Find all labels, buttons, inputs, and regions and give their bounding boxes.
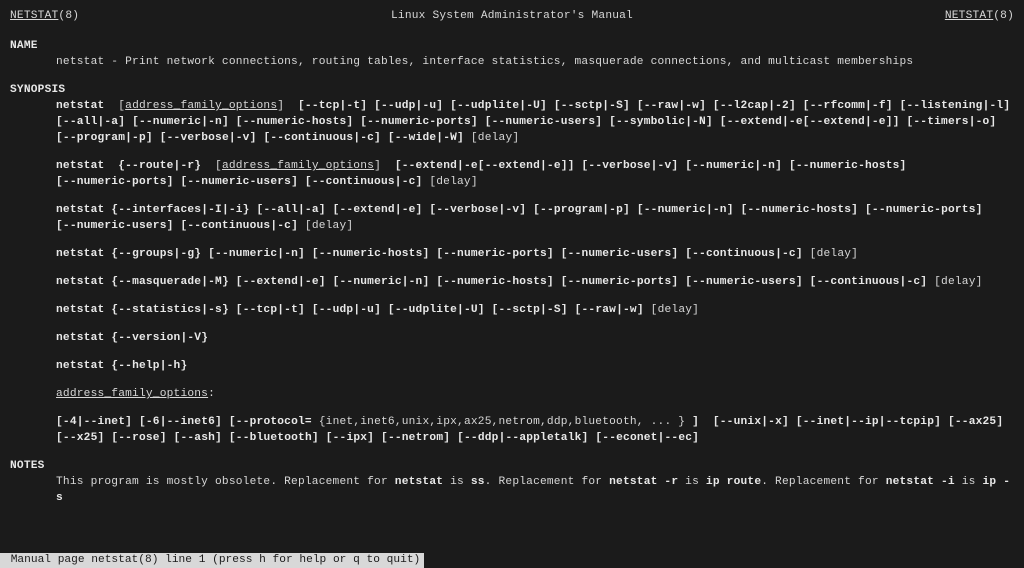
flag: [--extend|-e[--extend|-e]] xyxy=(720,116,900,128)
flag: [--numeric-hosts] xyxy=(741,204,859,216)
man-header: NETSTAT(8) Linux System Administrator's … xyxy=(10,8,1014,24)
flag: [--extend|-e] xyxy=(236,276,326,288)
flag: [--udp|-u] xyxy=(374,100,443,112)
afo-heading: address_family_options: xyxy=(10,386,1014,402)
syn5-flags: [--extend|-e] [--numeric|-n] [--numeric-… xyxy=(236,276,934,288)
man-page: NETSTAT(8) Linux System Administrator's … xyxy=(0,0,1024,506)
flag: [--numeric-ports] xyxy=(436,248,554,260)
flag: [--inet|--ip|--tcpip] xyxy=(796,416,941,428)
flag: [--wide|-W] xyxy=(388,132,464,144)
flag: [--numeric-hosts] xyxy=(236,116,354,128)
flag: [--numeric-ports] xyxy=(360,116,478,128)
flag: [--numeric|-n] xyxy=(132,116,229,128)
flag: [--unix|-x] xyxy=(713,416,789,428)
section-name-label: NAME xyxy=(10,38,1014,54)
flag: [--extend|-e] xyxy=(333,204,423,216)
flag: [--timers|-o] xyxy=(906,116,996,128)
flag: [--program|-p] xyxy=(533,204,630,216)
flag: [--udplite|-U] xyxy=(388,304,485,316)
flag: [--numeric-users] xyxy=(561,248,679,260)
flag: [--numeric|-n] xyxy=(637,204,734,216)
flag: [--ipx] xyxy=(326,432,374,444)
man-ref-left: NETSTAT(8) xyxy=(10,8,79,24)
synopsis-line-1: netstat [address_family_options] [--tcp|… xyxy=(10,98,1014,146)
pager-status-bar[interactable]: Manual page netstat(8) line 1 (press h f… xyxy=(0,553,424,568)
synopsis-line-2: netstat {--route|-r} [address_family_opt… xyxy=(10,158,1014,190)
afo-flags-a: [-4|--inet] [-6|--inet6] [--protocol= xyxy=(56,416,319,428)
flag: [--x25] xyxy=(56,432,104,444)
flag: [--l2cap|-2] xyxy=(713,100,796,112)
flag: [--ddp|--appletalk] xyxy=(457,432,588,444)
section-name-text: netstat - Print network connections, rou… xyxy=(10,54,1014,70)
flag: [--all|-a] xyxy=(56,116,125,128)
flag: [--numeric-hosts] xyxy=(436,276,554,288)
flag: [--listening|-l] xyxy=(900,100,1011,112)
flag: [--extend|-e[--extend|-e]] xyxy=(395,160,575,172)
flag: [--econet|--ec] xyxy=(595,432,699,444)
synopsis-line-8: netstat {--help|-h} xyxy=(10,358,1014,374)
flag: [--continuous|-c] xyxy=(305,176,423,188)
flag: [--rfcomm|-f] xyxy=(803,100,893,112)
flag: [--sctp|-S] xyxy=(492,304,568,316)
flag: [--numeric|-n] xyxy=(208,248,305,260)
flag: [--symbolic|-N] xyxy=(609,116,713,128)
flag: [--numeric-ports] xyxy=(56,176,174,188)
flag: [--udplite|-U] xyxy=(450,100,547,112)
syn6-flags: [--tcp|-t] [--udp|-u] [--udplite|-U] [--… xyxy=(236,304,651,316)
flag: [--numeric-ports] xyxy=(561,276,679,288)
flag: [--numeric|-n] xyxy=(685,160,782,172)
flag: [--ash] xyxy=(174,432,222,444)
synopsis-line-7: netstat {--version|-V} xyxy=(10,330,1014,346)
flag: [--continuous|-c] xyxy=(685,248,803,260)
flag: [--verbose|-v] xyxy=(160,132,257,144)
flag: [--ax25] xyxy=(948,416,1003,428)
flag: [--numeric-ports] xyxy=(865,204,983,216)
flag: [--bluetooth] xyxy=(229,432,319,444)
section-notes-label: NOTES xyxy=(10,458,1014,474)
synopsis-line-6: netstat {--statistics|-s} [--tcp|-t] [--… xyxy=(10,302,1014,318)
man-title: Linux System Administrator's Manual xyxy=(79,8,945,24)
synopsis-line-4: netstat {--groups|-g} [--numeric|-n] [--… xyxy=(10,246,1014,262)
synopsis-line-3: netstat {--interfaces|-I|-i} [--all|-a] … xyxy=(10,202,1014,234)
flag: [--numeric-users] xyxy=(485,116,603,128)
flag: [-6|--inet6] xyxy=(139,416,222,428)
flag: [--continuous|-c] xyxy=(180,220,298,232)
flag: [--all|-a] xyxy=(257,204,326,216)
flag: [--tcp|-t] xyxy=(236,304,305,316)
flag: [--continuous|-c] xyxy=(263,132,381,144)
flag: [--continuous|-c] xyxy=(810,276,928,288)
flag: [--verbose|-v] xyxy=(429,204,526,216)
flag: [-4|--inet] xyxy=(56,416,132,428)
flag: [--numeric-users] xyxy=(180,176,298,188)
flag: [--numeric-users] xyxy=(56,220,174,232)
flag: [--numeric|-n] xyxy=(333,276,430,288)
flag: [--raw|-w] xyxy=(637,100,706,112)
section-synopsis-label: SYNOPSIS xyxy=(10,82,1014,98)
flag: [--numeric-hosts] xyxy=(789,160,907,172)
flag: [--verbose|-v] xyxy=(582,160,679,172)
flag: [--program|-p] xyxy=(56,132,153,144)
flag: [--numeric-users] xyxy=(685,276,803,288)
man-ref-right: NETSTAT(8) xyxy=(945,8,1014,24)
afo-options: [-4|--inet] [-6|--inet6] [--protocol= {i… xyxy=(10,414,1014,446)
flag: [--netrom] xyxy=(381,432,450,444)
flag: [--raw|-w] xyxy=(575,304,644,316)
flag: [--tcp|-t] xyxy=(298,100,367,112)
syn4-flags: [--numeric|-n] [--numeric-hosts] [--nume… xyxy=(208,248,810,260)
notes-text: This program is mostly obsolete. Replace… xyxy=(10,474,1014,506)
flag: [--udp|-u] xyxy=(312,304,381,316)
flag: [--rose] xyxy=(111,432,166,444)
synopsis-line-5: netstat {--masquerade|-M} [--extend|-e] … xyxy=(10,274,1014,290)
flag: [--numeric-hosts] xyxy=(312,248,430,260)
flag: [--protocol= xyxy=(229,416,312,428)
flag: [--sctp|-S] xyxy=(554,100,630,112)
